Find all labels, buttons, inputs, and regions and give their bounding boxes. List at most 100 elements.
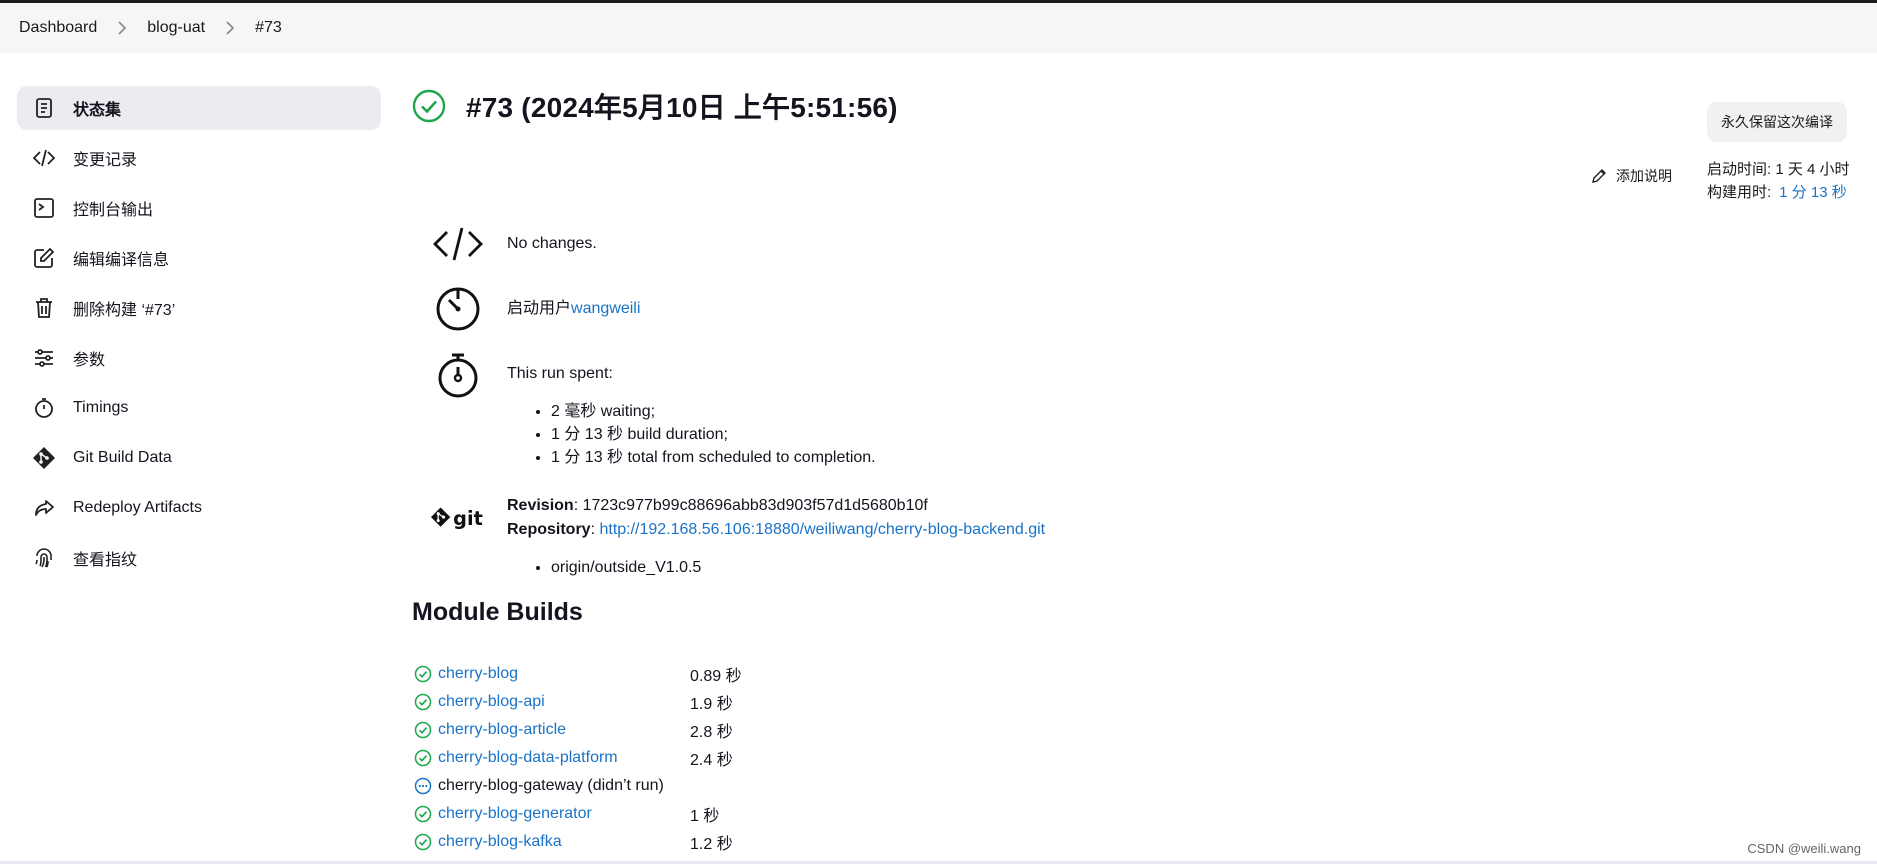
breadcrumb-dashboard[interactable]: Dashboard — [19, 19, 97, 37]
sidebar-item-label: 控制台输出 — [73, 202, 154, 219]
sidebar-item-parameters[interactable]: 参数 — [17, 336, 381, 380]
sidebar-item-status[interactable]: 状态集 — [17, 86, 381, 130]
sidebar-item-fingerprints[interactable]: 查看指纹 — [17, 536, 381, 580]
build-duration-label: 构建用时: — [1707, 184, 1772, 201]
started-time: 启动时间: 1 天 4 小时 — [1707, 161, 1850, 178]
module-duration: 1 秒 — [690, 808, 720, 825]
sidebar-item-label: 编辑编译信息 — [73, 252, 170, 269]
sidebar-item-edit-build-info[interactable]: 编辑编译信息 — [17, 236, 381, 280]
build-duration-row: 构建用时: 1 分 13 秒 — [1707, 181, 1850, 204]
module-duration: 1.2 秒 — [690, 836, 733, 853]
build-header: #73 (2024年5月10日 上午5:51:56) — [412, 84, 1862, 128]
git-logo-icon: git — [430, 492, 486, 548]
keep-forever-button[interactable]: 永久保留这次编译 — [1707, 102, 1847, 142]
code-icon — [31, 145, 57, 171]
sidebar-item-label: 变更记录 — [73, 152, 138, 169]
redeploy-icon — [31, 495, 57, 521]
sidebar-item-delete-build[interactable]: 删除构建 ‘#73’ — [17, 286, 381, 330]
breadcrumb-job[interactable]: blog-uat — [147, 19, 205, 37]
sidebar: 状态集 变更记录 控制台输出 编辑编译信息 删除构建 ‘#73’ 参数 Timi… — [17, 86, 381, 586]
module-duration: 2.8 秒 — [690, 724, 733, 741]
sidebar-item-redeploy-artifacts[interactable]: Redeploy Artifacts — [17, 486, 381, 530]
timing-section: This run spent: 2 毫秒 waiting; 1 分 13 秒 b… — [430, 350, 876, 469]
page-title: #73 (2024年5月10日 上午5:51:56) — [466, 92, 898, 123]
timing-details: This run spent: 2 毫秒 waiting; 1 分 13 秒 b… — [507, 350, 876, 469]
build-times: 启动时间: 1 天 4 小时 构建用时: 1 分 13 秒 — [1707, 158, 1850, 204]
revision-label: Revision — [507, 497, 574, 514]
code-icon — [430, 219, 486, 269]
build-duration-link[interactable]: 1 分 13 秒 — [1779, 184, 1847, 201]
branch-list: origin/outside_V1.0.5 — [551, 556, 1045, 579]
list-item: 1 分 13 秒 build duration; — [551, 423, 876, 446]
success-check-icon — [414, 749, 432, 767]
sidebar-item-label: Timings — [73, 399, 129, 416]
add-description-label: 添加说明 — [1616, 168, 1672, 184]
success-check-icon — [414, 833, 432, 851]
breadcrumb-build[interactable]: #73 — [255, 19, 282, 37]
not-run-icon — [414, 777, 432, 795]
sidebar-item-label: 参数 — [73, 352, 106, 369]
module-duration: 2.4 秒 — [690, 752, 733, 769]
git-icon — [31, 445, 57, 471]
svg-text:git: git — [453, 507, 483, 530]
repository-label: Repository — [507, 521, 591, 538]
table-row: cherry-blog-kafka 1.2 秒 — [414, 828, 742, 856]
fingerprint-icon — [31, 545, 57, 571]
sidebar-item-console[interactable]: 控制台输出 — [17, 186, 381, 230]
trash-icon — [31, 295, 57, 321]
sidebar-item-timings[interactable]: Timings — [17, 386, 381, 430]
sidebar-item-label: 状态集 — [73, 102, 122, 119]
sidebar-item-label: 查看指纹 — [73, 552, 138, 569]
repository-row: Repository: http://192.168.56.106:18880/… — [507, 518, 1045, 542]
table-row: cherry-blog-api 1.9 秒 — [414, 688, 742, 716]
success-check-icon — [414, 721, 432, 739]
list-item: 2 毫秒 waiting; — [551, 400, 876, 423]
table-row: cherry-blog-gateway (didn’t run) — [414, 772, 742, 800]
chevron-right-icon — [225, 21, 235, 35]
add-description-button[interactable]: 添加说明 — [1590, 166, 1672, 186]
success-check-icon — [414, 665, 432, 683]
sidebar-item-label: Git Build Data — [73, 449, 172, 466]
chevron-right-icon — [117, 21, 127, 35]
success-check-icon — [414, 693, 432, 711]
sliders-icon — [31, 345, 57, 371]
stopwatch-icon — [31, 395, 57, 421]
changes-text: No changes. — [507, 235, 597, 252]
sidebar-item-label: 删除构建 ‘#73’ — [73, 302, 176, 319]
started-by-prefix: 启动用户 — [507, 300, 572, 317]
repository-link[interactable]: http://192.168.56.106:18880/weiliwang/ch… — [599, 521, 1045, 538]
module-name[interactable]: cherry-blog-kafka — [438, 833, 690, 851]
timer-icon — [430, 284, 486, 334]
table-row: cherry-blog 0.89 秒 — [414, 660, 742, 688]
table-row: cherry-blog-generator 1 秒 — [414, 800, 742, 828]
success-check-icon — [414, 805, 432, 823]
module-name[interactable]: cherry-blog-data-platform — [438, 749, 690, 767]
started-by-section: 启动用户wangweili — [430, 284, 640, 334]
module-duration: 1.9 秒 — [690, 696, 733, 713]
revision-value: : 1723c977b99c88696abb83d903f57d1d5680b1… — [573, 497, 928, 514]
git-section: git Revision: 1723c977b99c88696abb83d903… — [430, 492, 1045, 579]
sidebar-item-changes[interactable]: 变更记录 — [17, 136, 381, 180]
module-name[interactable]: cherry-blog — [438, 665, 690, 683]
terminal-icon — [31, 195, 57, 221]
document-icon — [31, 95, 57, 121]
table-row: cherry-blog-data-platform 2.4 秒 — [414, 744, 742, 772]
list-item: 1 分 13 秒 total from scheduled to complet… — [551, 446, 876, 469]
table-row: cherry-blog-article 2.8 秒 — [414, 716, 742, 744]
module-name: cherry-blog-gateway (didn’t run) — [438, 777, 664, 794]
started-by-user-link[interactable]: wangweili — [571, 300, 640, 317]
success-check-icon — [412, 89, 446, 123]
watermark: CSDN @weili.wang — [1747, 841, 1861, 856]
module-builds-title: Module Builds — [412, 598, 583, 626]
revision-row: Revision: 1723c977b99c88696abb83d903f57d… — [507, 494, 1045, 518]
module-name[interactable]: cherry-blog-generator — [438, 805, 690, 823]
module-name[interactable]: cherry-blog-article — [438, 721, 690, 739]
started-by-text: 启动用户wangweili — [507, 284, 640, 334]
module-duration: 0.89 秒 — [690, 668, 742, 685]
pencil-icon — [1592, 169, 1606, 183]
list-item: origin/outside_V1.0.5 — [551, 556, 1045, 579]
module-name[interactable]: cherry-blog-api — [438, 693, 690, 711]
sidebar-item-git-build-data[interactable]: Git Build Data — [17, 436, 381, 480]
timing-list: 2 毫秒 waiting; 1 分 13 秒 build duration; 1… — [551, 400, 876, 469]
timing-heading: This run spent: — [507, 365, 613, 382]
